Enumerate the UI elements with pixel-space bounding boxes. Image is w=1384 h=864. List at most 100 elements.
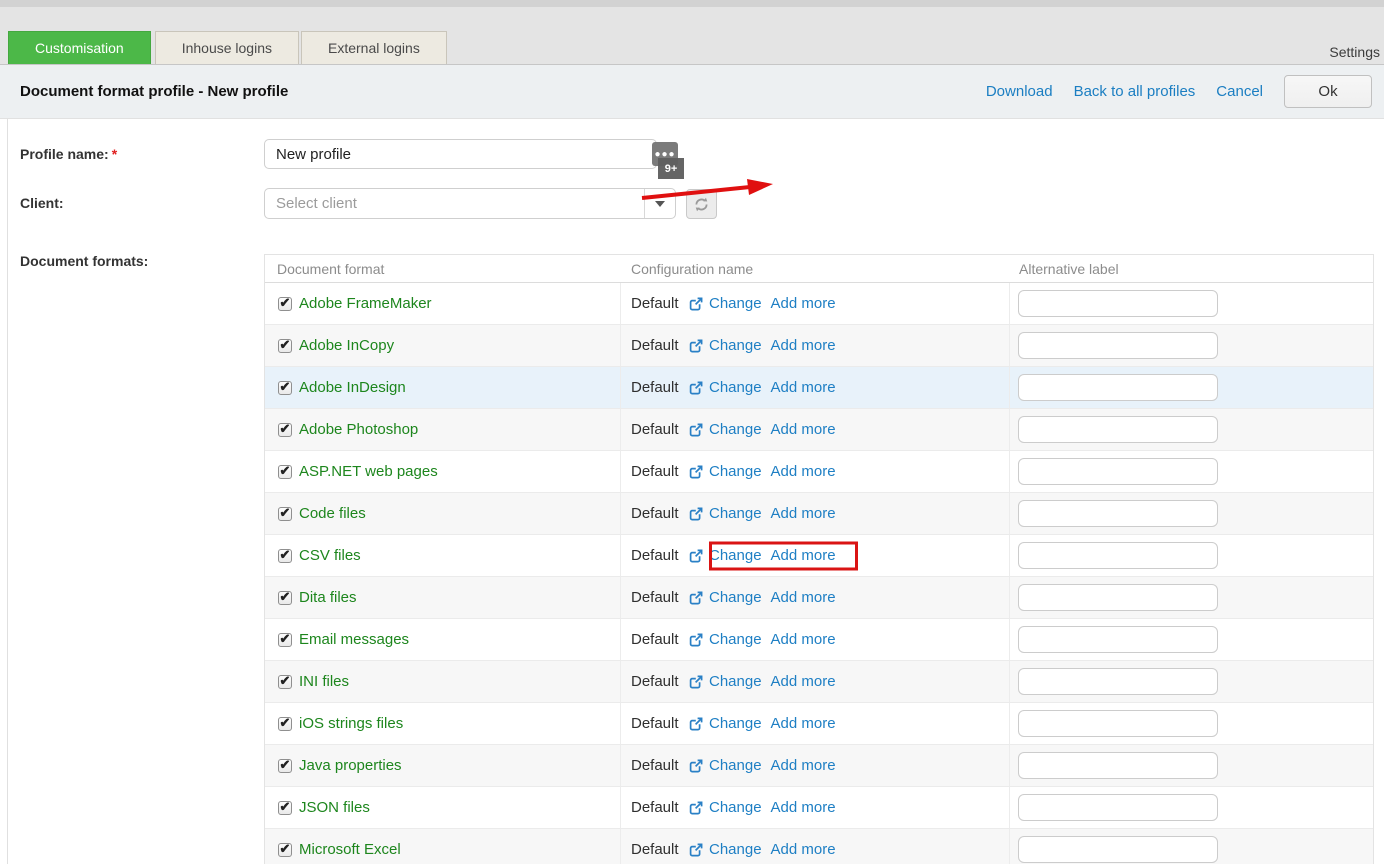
format-name-link[interactable]: Microsoft Excel — [299, 841, 401, 858]
external-link-icon[interactable] — [689, 843, 703, 857]
change-link[interactable]: Change — [709, 757, 762, 774]
add-more-link[interactable]: Add more — [771, 589, 836, 606]
external-link-icon[interactable] — [689, 717, 703, 731]
alternative-label-input[interactable] — [1018, 290, 1218, 317]
change-link[interactable]: Change — [709, 631, 762, 648]
change-link[interactable]: Change — [709, 547, 762, 564]
format-checkbox[interactable]: ✔ — [278, 339, 292, 353]
change-link[interactable]: Change — [709, 673, 762, 690]
format-name-link[interactable]: Adobe FrameMaker — [299, 295, 432, 312]
change-link[interactable]: Change — [709, 589, 762, 606]
format-checkbox[interactable]: ✔ — [278, 465, 292, 479]
external-link-icon[interactable] — [689, 423, 703, 437]
add-more-link[interactable]: Add more — [771, 757, 836, 774]
tab-external-logins[interactable]: External logins — [301, 31, 447, 64]
format-checkbox[interactable]: ✔ — [278, 801, 292, 815]
add-more-link[interactable]: Add more — [771, 841, 836, 858]
download-link[interactable]: Download — [986, 83, 1053, 100]
alternative-label-input[interactable] — [1018, 542, 1218, 569]
alternative-label-input[interactable] — [1018, 710, 1218, 737]
format-checkbox[interactable]: ✔ — [278, 297, 292, 311]
format-name-link[interactable]: CSV files — [299, 547, 361, 564]
add-more-link[interactable]: Add more — [771, 379, 836, 396]
format-name-link[interactable]: INI files — [299, 673, 349, 690]
format-checkbox[interactable]: ✔ — [278, 423, 292, 437]
add-more-link[interactable]: Add more — [771, 673, 836, 690]
format-name-link[interactable]: Email messages — [299, 631, 409, 648]
add-more-link[interactable]: Add more — [771, 715, 836, 732]
external-link-icon[interactable] — [689, 507, 703, 521]
format-name-link[interactable]: Java properties — [299, 757, 402, 774]
change-link[interactable]: Change — [709, 841, 762, 858]
format-checkbox[interactable]: ✔ — [278, 759, 292, 773]
external-link-icon[interactable] — [689, 801, 703, 815]
external-link-icon[interactable] — [689, 549, 703, 563]
settings-link[interactable]: Settings — [1329, 44, 1380, 60]
format-checkbox[interactable]: ✔ — [278, 549, 292, 563]
add-more-link[interactable]: Add more — [771, 547, 836, 564]
alternative-label-input[interactable] — [1018, 668, 1218, 695]
format-checkbox[interactable]: ✔ — [278, 507, 292, 521]
format-checkbox[interactable]: ✔ — [278, 381, 292, 395]
change-link[interactable]: Change — [709, 421, 762, 438]
change-link[interactable]: Change — [709, 505, 762, 522]
alternative-label-cell — [1010, 493, 1373, 534]
alternative-label-input[interactable] — [1018, 332, 1218, 359]
format-checkbox[interactable]: ✔ — [278, 675, 292, 689]
client-select[interactable]: Select client — [264, 188, 676, 219]
back-to-all-profiles-link[interactable]: Back to all profiles — [1074, 83, 1196, 100]
configuration-value: Default — [631, 379, 689, 396]
alternative-label-input[interactable] — [1018, 584, 1218, 611]
tab-customisation[interactable]: Customisation — [8, 31, 151, 64]
alternative-label-input[interactable] — [1018, 752, 1218, 779]
external-link-icon[interactable] — [689, 381, 703, 395]
alternative-label-input[interactable] — [1018, 374, 1218, 401]
format-name-link[interactable]: Code files — [299, 505, 366, 522]
format-name-link[interactable]: ASP.NET web pages — [299, 463, 438, 480]
format-checkbox[interactable]: ✔ — [278, 633, 292, 647]
change-link[interactable]: Change — [709, 379, 762, 396]
add-more-link[interactable]: Add more — [771, 421, 836, 438]
profile-name-label: Profile name:* — [20, 146, 117, 162]
add-more-link[interactable]: Add more — [771, 505, 836, 522]
format-checkbox[interactable]: ✔ — [278, 843, 292, 857]
alternative-label-input[interactable] — [1018, 416, 1218, 443]
ok-button[interactable]: Ok — [1284, 75, 1372, 108]
external-link-icon[interactable] — [689, 339, 703, 353]
add-more-link[interactable]: Add more — [771, 295, 836, 312]
refresh-clients-button[interactable] — [686, 189, 717, 219]
format-name-link[interactable]: Adobe Photoshop — [299, 421, 418, 438]
format-checkbox[interactable]: ✔ — [278, 591, 292, 605]
alternative-label-input[interactable] — [1018, 500, 1218, 527]
format-name-link[interactable]: Adobe InDesign — [299, 379, 406, 396]
alternative-label-input[interactable] — [1018, 626, 1218, 653]
change-link[interactable]: Change — [709, 337, 762, 354]
add-more-link[interactable]: Add more — [771, 631, 836, 648]
external-link-icon[interactable] — [689, 465, 703, 479]
external-link-icon[interactable] — [689, 675, 703, 689]
format-name-link[interactable]: Dita files — [299, 589, 357, 606]
external-link-icon[interactable] — [689, 297, 703, 311]
tab-inhouse-logins[interactable]: Inhouse logins — [155, 31, 299, 64]
change-link[interactable]: Change — [709, 463, 762, 480]
alternative-label-input[interactable] — [1018, 836, 1218, 863]
profile-name-input[interactable] — [264, 139, 657, 169]
client-select-arrow-button[interactable] — [644, 189, 675, 218]
add-more-link[interactable]: Add more — [771, 799, 836, 816]
format-name-link[interactable]: JSON files — [299, 799, 370, 816]
cancel-link[interactable]: Cancel — [1216, 83, 1263, 100]
change-link[interactable]: Change — [709, 799, 762, 816]
format-name-link[interactable]: iOS strings files — [299, 715, 403, 732]
format-checkbox[interactable]: ✔ — [278, 717, 292, 731]
change-link[interactable]: Change — [709, 715, 762, 732]
external-link-icon[interactable] — [689, 759, 703, 773]
table-row: ✔ Adobe FrameMaker Default Change Add mo… — [265, 283, 1373, 325]
alternative-label-input[interactable] — [1018, 794, 1218, 821]
external-link-icon[interactable] — [689, 591, 703, 605]
format-name-link[interactable]: Adobe InCopy — [299, 337, 394, 354]
alternative-label-input[interactable] — [1018, 458, 1218, 485]
add-more-link[interactable]: Add more — [771, 337, 836, 354]
add-more-link[interactable]: Add more — [771, 463, 836, 480]
change-link[interactable]: Change — [709, 295, 762, 312]
external-link-icon[interactable] — [689, 633, 703, 647]
